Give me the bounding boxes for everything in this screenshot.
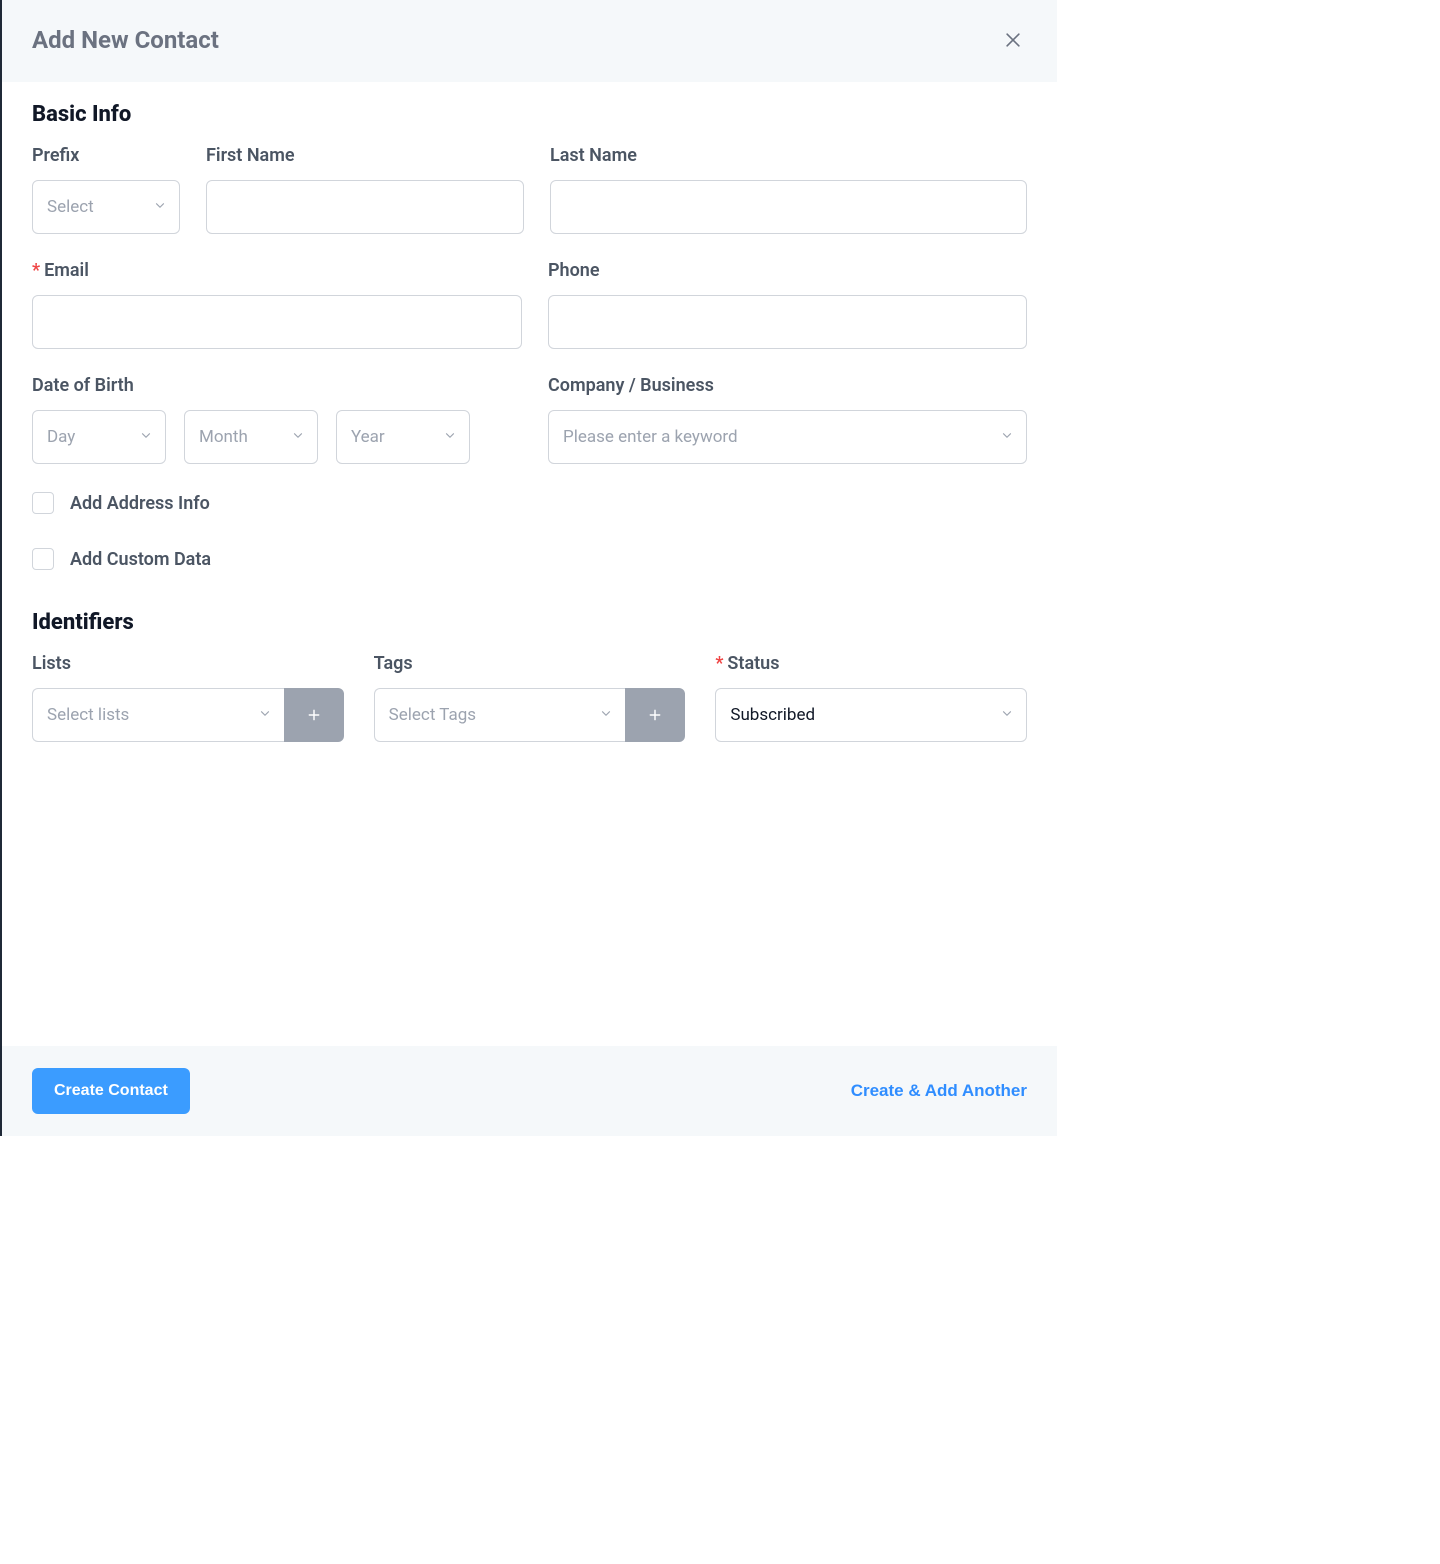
dob-year-placeholder: Year bbox=[351, 427, 385, 447]
lists-select[interactable]: Select lists bbox=[32, 688, 284, 742]
lists-label: Lists bbox=[32, 653, 344, 674]
first-name-label: First Name bbox=[206, 145, 524, 166]
status-label: *Status bbox=[715, 653, 1027, 674]
chevron-down-icon bbox=[1000, 428, 1014, 447]
lists-select-group: Select lists bbox=[32, 688, 344, 742]
plus-icon bbox=[307, 708, 321, 722]
chevron-down-icon bbox=[291, 428, 305, 447]
prefix-select[interactable]: Select bbox=[32, 180, 180, 234]
email-label: *Email bbox=[32, 260, 522, 281]
field-tags: Tags Select Tags bbox=[374, 653, 686, 742]
add-tag-button[interactable] bbox=[625, 688, 685, 742]
tags-placeholder: Select Tags bbox=[389, 705, 476, 725]
section-title-basic: Basic Info bbox=[32, 102, 1027, 127]
field-email: *Email bbox=[32, 260, 522, 349]
last-name-input[interactable] bbox=[550, 180, 1027, 234]
field-status: *Status Subscribed bbox=[715, 653, 1027, 742]
modal-title: Add New Contact bbox=[32, 26, 219, 54]
dob-selects: Day Month Year bbox=[32, 410, 522, 464]
add-contact-modal: Add New Contact Basic Info Prefix Select… bbox=[0, 0, 1057, 1136]
row-dob-company: Date of Birth Day Month bbox=[32, 375, 1027, 464]
plus-icon bbox=[648, 708, 662, 722]
tags-select-group: Select Tags bbox=[374, 688, 686, 742]
company-placeholder: Please enter a keyword bbox=[563, 427, 738, 447]
add-address-label[interactable]: Add Address Info bbox=[70, 493, 210, 514]
row-identifiers: Lists Select lists Tag bbox=[32, 653, 1027, 742]
phone-label: Phone bbox=[548, 260, 1027, 281]
field-phone: Phone bbox=[548, 260, 1027, 349]
chevron-down-icon bbox=[139, 428, 153, 447]
create-contact-button[interactable]: Create Contact bbox=[32, 1068, 190, 1114]
chevron-down-icon bbox=[599, 706, 613, 725]
chevron-down-icon bbox=[443, 428, 457, 447]
chevron-down-icon bbox=[1000, 706, 1014, 725]
status-select[interactable]: Subscribed bbox=[715, 688, 1027, 742]
prefix-label: Prefix bbox=[32, 145, 180, 166]
first-name-input[interactable] bbox=[206, 180, 524, 234]
required-star: * bbox=[32, 260, 40, 281]
company-label: Company / Business bbox=[548, 375, 1027, 396]
required-star: * bbox=[715, 653, 723, 674]
row-contact: *Email Phone bbox=[32, 260, 1027, 349]
add-custom-label[interactable]: Add Custom Data bbox=[70, 549, 211, 570]
modal-footer: Create Contact Create & Add Another bbox=[2, 1046, 1057, 1136]
create-add-another-button[interactable]: Create & Add Another bbox=[851, 1081, 1027, 1101]
add-custom-checkbox[interactable] bbox=[32, 548, 54, 570]
dob-month-select[interactable]: Month bbox=[184, 410, 318, 464]
field-prefix: Prefix Select bbox=[32, 145, 180, 234]
chevron-down-icon bbox=[153, 198, 167, 217]
dob-year-select[interactable]: Year bbox=[336, 410, 470, 464]
section-title-identifiers: Identifiers bbox=[32, 610, 1027, 635]
add-custom-row: Add Custom Data bbox=[32, 548, 1027, 570]
add-address-checkbox[interactable] bbox=[32, 492, 54, 514]
lists-placeholder: Select lists bbox=[47, 705, 129, 725]
tags-label: Tags bbox=[374, 653, 686, 674]
field-last-name: Last Name bbox=[550, 145, 1027, 234]
phone-input[interactable] bbox=[548, 295, 1027, 349]
modal-body: Basic Info Prefix Select First Name Last… bbox=[2, 82, 1057, 1046]
dob-day-select[interactable]: Day bbox=[32, 410, 166, 464]
field-dob: Date of Birth Day Month bbox=[32, 375, 522, 464]
modal-header: Add New Contact bbox=[2, 0, 1057, 82]
row-name: Prefix Select First Name Last Name bbox=[32, 145, 1027, 234]
close-icon[interactable] bbox=[999, 26, 1027, 54]
dob-month-placeholder: Month bbox=[199, 427, 248, 447]
prefix-placeholder: Select bbox=[47, 197, 94, 217]
last-name-label: Last Name bbox=[550, 145, 1027, 166]
field-first-name: First Name bbox=[206, 145, 524, 234]
add-address-row: Add Address Info bbox=[32, 492, 1027, 514]
dob-day-placeholder: Day bbox=[47, 427, 75, 447]
email-input[interactable] bbox=[32, 295, 522, 349]
add-list-button[interactable] bbox=[284, 688, 344, 742]
dob-label: Date of Birth bbox=[32, 375, 522, 396]
tags-select[interactable]: Select Tags bbox=[374, 688, 626, 742]
chevron-down-icon bbox=[258, 706, 272, 725]
field-lists: Lists Select lists bbox=[32, 653, 344, 742]
field-company: Company / Business Please enter a keywor… bbox=[548, 375, 1027, 464]
status-value: Subscribed bbox=[730, 705, 815, 725]
company-select[interactable]: Please enter a keyword bbox=[548, 410, 1027, 464]
